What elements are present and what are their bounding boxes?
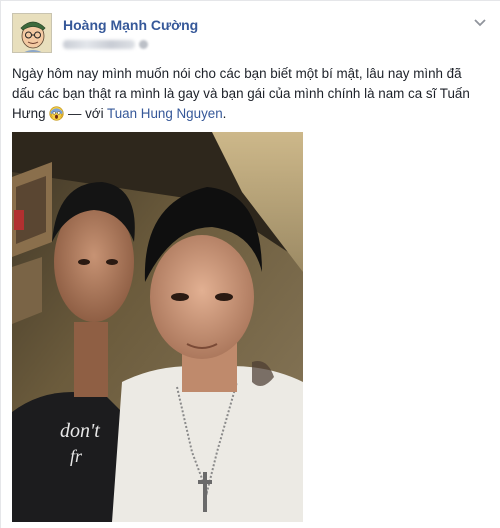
post-meta-blurred — [63, 38, 153, 50]
post-options-chevron-icon[interactable] — [472, 15, 488, 31]
post-photo[interactable]: don't fr — [12, 132, 303, 522]
svg-text:don't: don't — [60, 420, 100, 442]
svg-text:fr: fr — [70, 446, 83, 466]
audience-icon — [139, 39, 148, 49]
post-text-end: . — [222, 106, 227, 121]
cartoon-portrait-icon — [13, 14, 51, 52]
timestamp-blurred — [63, 39, 135, 49]
tagged-friend-link[interactable]: Tuan Hung Nguyen — [107, 106, 223, 121]
screaming-face-icon — [49, 106, 64, 121]
with-separator: — với — [64, 106, 108, 121]
author-name[interactable]: Hoàng Mạnh Cường — [63, 17, 198, 33]
post-text: Ngày hôm nay mình muốn nói cho các bạn b… — [12, 64, 482, 124]
selfie-photo: don't fr — [12, 132, 303, 522]
facebook-post: Hoàng Mạnh Cường Ngày hôm nay mình muốn … — [0, 0, 500, 528]
author-avatar[interactable] — [12, 13, 52, 53]
